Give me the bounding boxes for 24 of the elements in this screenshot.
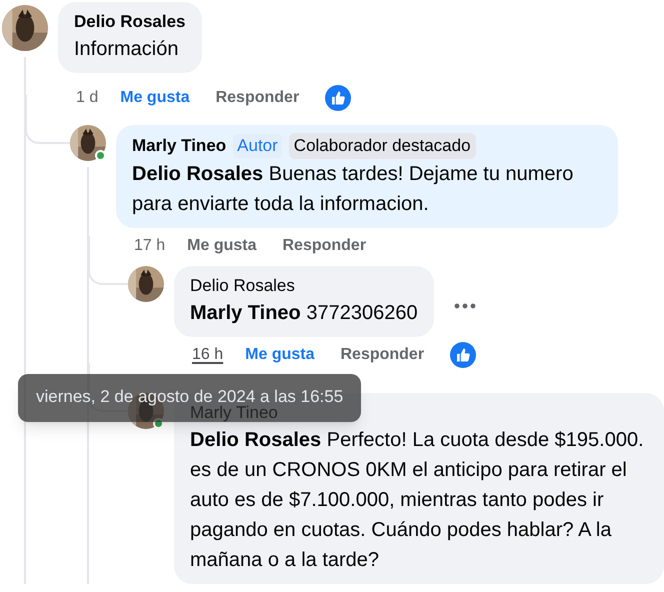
more-options-icon[interactable]: [454, 302, 476, 308]
comment-text: Marly Tineo 3772306260: [190, 301, 418, 326]
timestamp-link[interactable]: 16 h: [192, 343, 224, 367]
reply-link[interactable]: Responder: [282, 234, 366, 258]
timestamp-link[interactable]: 1 d: [76, 86, 98, 110]
thread-connector: [88, 236, 128, 285]
author-name[interactable]: Delio Rosales: [74, 10, 186, 34]
author-name[interactable]: Delio Rosales: [190, 274, 295, 298]
thumbs-up-icon: [325, 85, 352, 111]
contributor-badge: Colaborador destacado: [288, 133, 476, 159]
comment-text: Información: [74, 37, 180, 62]
like-link[interactable]: Me gusta: [245, 343, 314, 367]
thumbs-up-icon: [450, 342, 476, 368]
like-link[interactable]: Me gusta: [187, 234, 256, 258]
reply-link[interactable]: Responder: [340, 343, 424, 367]
author-name[interactable]: Marly Tineo: [132, 134, 226, 158]
like-link[interactable]: Me gusta: [120, 86, 190, 110]
timestamp-link[interactable]: 17 h: [134, 234, 166, 258]
online-status-icon: [95, 150, 106, 161]
comment-text: Delio Rosales Buenas tardes! Dejame tu numero para enviarte toda la informacion.: [132, 162, 574, 217]
thread-connector: [25, 95, 70, 144]
author-badge: Autor: [233, 134, 282, 158]
comment-text: Delio Rosales Perfecto! La cuota desde $195.000. es de un CRONOS 0KM el anticipo para retirar el auto es de $7.100.000, mientras tanto podes ir pagando en cuotas. Cuándo podes hablar? A la mañana o a la tarde?: [190, 428, 645, 573]
reply-link[interactable]: Responder: [216, 86, 300, 110]
